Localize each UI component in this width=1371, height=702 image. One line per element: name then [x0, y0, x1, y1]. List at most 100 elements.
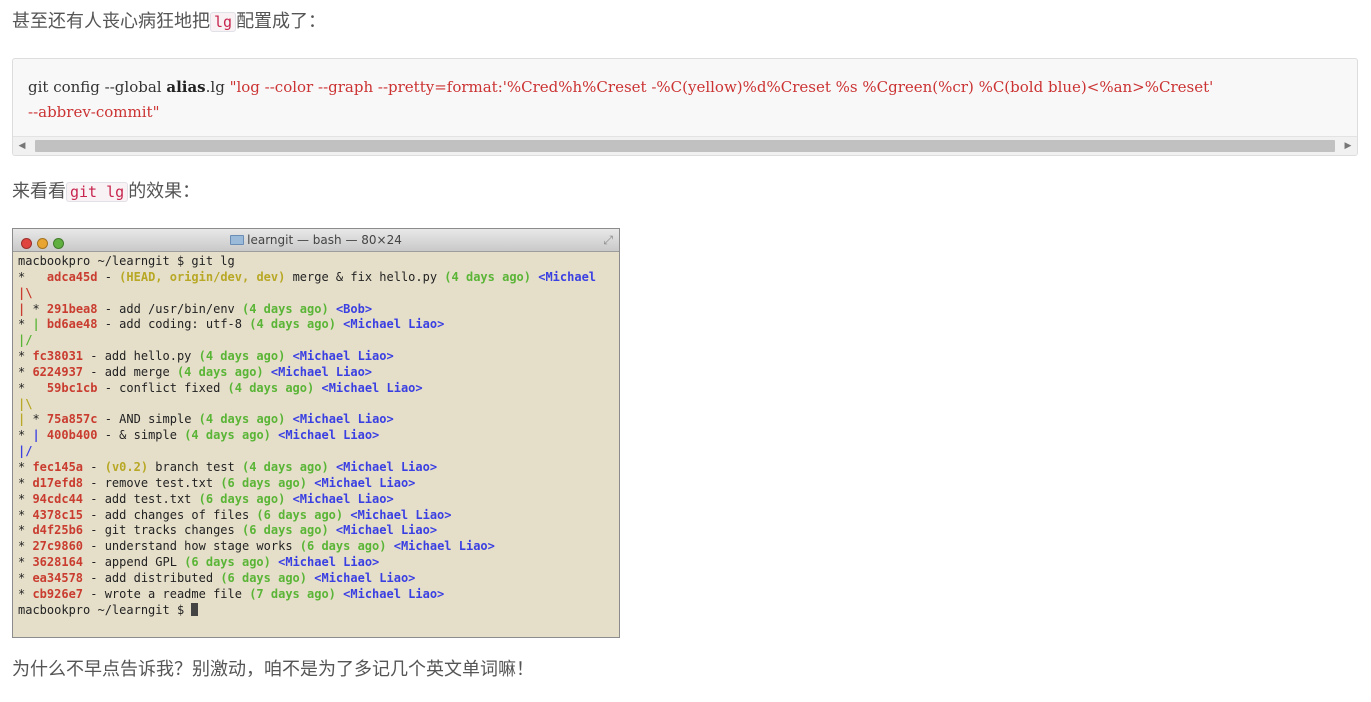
terminal-output: macbookpro ~/learngit $ git lg * adca45d … — [18, 254, 619, 618]
terminal-segment: 400b400 — [46, 428, 98, 443]
terminal-segment: 59bc1cb — [46, 380, 98, 395]
terminal-segment: (6 days ago) — [198, 491, 286, 506]
terminal-segment: <Michael Liao> — [278, 428, 380, 443]
code-alias-name: .lg — [205, 78, 230, 96]
code-block: git config --global alias.lg "log --colo… — [12, 58, 1358, 156]
terminal-segment: * — [18, 459, 33, 474]
terminal-segment: * — [18, 586, 33, 601]
terminal-segment: - conflict fixed — [97, 380, 228, 395]
terminal-segment: <Michael — [538, 269, 597, 284]
terminal-segment — [264, 365, 271, 379]
terminal-segment: (6 days ago) — [299, 539, 387, 554]
preview-paragraph: 来看看 git lg 的效果： — [12, 179, 200, 205]
terminal-segment: * — [18, 269, 47, 284]
code-line-1: git config --global alias.lg "log --colo… — [28, 75, 1347, 100]
terminal-segment — [386, 539, 393, 553]
terminal-line: * cb926e7 - wrote a readme file (7 days … — [18, 587, 619, 603]
horizontal-scrollbar[interactable]: ◀ ▶ — [13, 136, 1357, 155]
code-content: git config --global alias.lg "log --colo… — [28, 75, 1347, 125]
terminal-segment: <Michael Liao> — [292, 491, 394, 506]
terminal-segment: macbookpro ~/learngit $ — [18, 602, 192, 617]
terminal-line: |/ — [18, 333, 619, 349]
terminal-segment: macbookpro ~/learngit $ git lg — [18, 254, 235, 268]
terminal-segment: - add merge — [83, 364, 177, 379]
terminal-line: * fc38031 - add hello.py (4 days ago) <M… — [18, 349, 619, 365]
terminal-segment: <Michael Liao> — [335, 523, 438, 538]
terminal-line: * 4378c15 - add changes of files (6 days… — [18, 508, 619, 524]
inline-code-git-lg: git lg — [66, 182, 129, 202]
terminal-line: * fec145a - (v0.2) branch test (4 days a… — [18, 460, 619, 476]
terminal-segment: | — [32, 317, 40, 332]
terminal-segment: <Michael Liao> — [292, 412, 394, 427]
terminal-line: |\ — [18, 397, 619, 413]
terminal-segment: (6 days ago) — [241, 523, 329, 538]
terminal-segment: <Michael Liao> — [314, 570, 416, 585]
terminal-line: * 59bc1cb - conflict fixed (4 days ago) … — [18, 381, 619, 397]
terminal-segment: <Michael Liao> — [314, 475, 416, 490]
terminal-segment: - add changes of files — [83, 507, 257, 522]
terminal-line: * 3628164 - append GPL (6 days ago) <Mic… — [18, 555, 619, 571]
terminal-segment: d17efd8 — [32, 475, 84, 490]
terminal-segment: 3628164 — [32, 555, 84, 570]
terminal-segment: 291bea8 — [46, 301, 98, 316]
terminal-segment: (4 days ago) — [227, 380, 315, 395]
terminal-segment: <Michael Liao> — [343, 317, 445, 332]
terminal-line: |/ — [18, 444, 619, 460]
terminal-segment: 75a857c — [46, 412, 98, 427]
terminal-segment: <Michael Liao> — [335, 459, 438, 474]
terminal-segment: <Michael Liao> — [278, 555, 380, 570]
terminal-segment: | — [32, 428, 40, 443]
terminal-segment: |\ — [18, 396, 33, 411]
code-format-string: "log --color --graph --pretty=format:'%C… — [229, 78, 1214, 96]
terminal-segment: * — [18, 523, 33, 538]
terminal-segment: - — [83, 459, 105, 474]
intro-paragraph: 甚至还有人丧心病狂地把 lg 配置成了： — [12, 9, 326, 35]
terminal-segment: - append GPL — [83, 555, 185, 570]
terminal-segment: (4 days ago) — [198, 412, 286, 427]
terminal-segment: (7 days ago) — [249, 586, 336, 601]
terminal-segment: * — [25, 301, 47, 316]
terminal-segment: * — [25, 412, 47, 427]
terminal-title: learngit — bash — 80×24 — [13, 229, 619, 251]
terminal-segment: (4 days ago) — [249, 317, 336, 332]
terminal-segment: (4 days ago) — [242, 459, 329, 474]
terminal-segment: 6224937 — [32, 364, 84, 379]
terminal-segment: - — [97, 269, 120, 284]
folder-icon — [230, 235, 245, 245]
terminal-segment — [329, 523, 336, 537]
terminal-segment: <Michael Liao> — [393, 539, 495, 554]
terminal-segment: <Michael Liao> — [321, 380, 423, 395]
terminal-segment: (HEAD, origin/dev, dev) — [119, 269, 286, 284]
terminal-segment: ea34578 — [32, 570, 84, 585]
terminal-segment: fec145a — [32, 459, 84, 474]
terminal-segment: (4 days ago) — [242, 301, 329, 316]
terminal-line: | * 291bea8 - add /usr/bin/env (4 days a… — [18, 302, 619, 318]
terminal-line: * | 400b400 - & simple (4 days ago) <Mic… — [18, 428, 619, 444]
terminal-line: * | bd6ae48 - add coding: utf-8 (4 days … — [18, 317, 619, 333]
terminal-segment — [329, 302, 336, 316]
terminal-segment: 27c9860 — [32, 539, 84, 554]
terminal-segment: * — [18, 317, 33, 332]
terminal-segment — [40, 317, 47, 331]
terminal-line: macbookpro ~/learngit $ git lg — [18, 254, 619, 270]
terminal-segment: * — [18, 349, 33, 364]
terminal-segment: - add hello.py — [83, 349, 199, 364]
terminal-segment: (6 days ago) — [220, 475, 308, 490]
terminal-segment: merge & fix hello.py — [285, 269, 445, 284]
terminal-segment: (4 days ago) — [444, 269, 531, 284]
terminal-segment: <Michael Liao> — [292, 349, 394, 364]
scrollbar-thumb[interactable] — [35, 140, 1335, 152]
terminal-segment: * — [18, 475, 33, 490]
terminal-segment: bd6ae48 — [46, 317, 98, 332]
code-cmd: git config --global — [28, 78, 167, 96]
closing-paragraph: 为什么不早点告诉我？别激动，咱不是为了多记几个英文单词嘛！ — [12, 659, 534, 680]
terminal-segment: * — [18, 380, 47, 395]
terminal-segment: (4 days ago) — [198, 349, 286, 364]
terminal-segment: * — [18, 570, 33, 585]
intro-text-after: 配置成了： — [236, 11, 327, 32]
scroll-left-icon[interactable]: ◀ — [13, 137, 31, 155]
terminal-segment: - wrote a readme file — [83, 586, 250, 601]
terminal-segment: - understand how stage works — [83, 539, 300, 554]
scroll-right-icon[interactable]: ▶ — [1339, 137, 1357, 155]
terminal-screenshot: learngit — bash — 80×24 ⤢ macbookpro ~/l… — [12, 228, 620, 638]
